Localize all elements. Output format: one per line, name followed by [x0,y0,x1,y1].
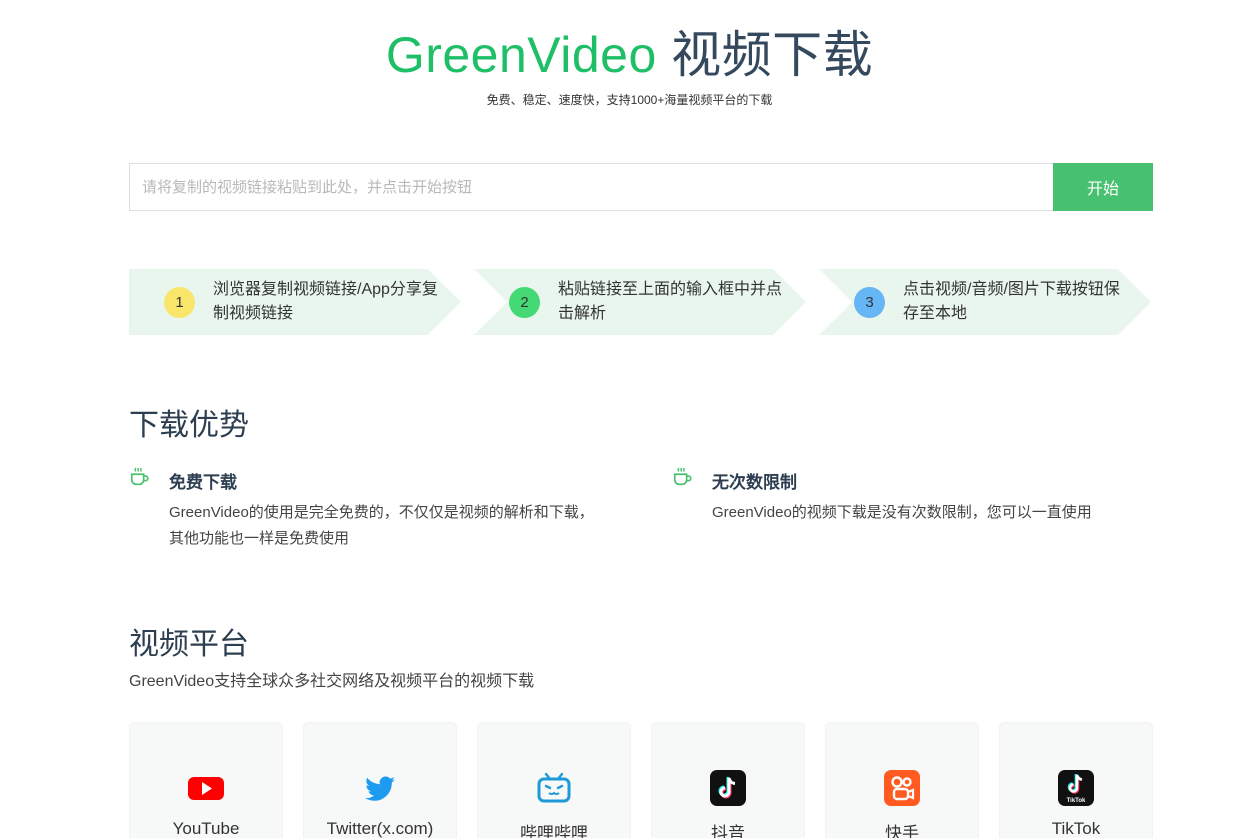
search-bar: 开始 [129,163,1153,211]
subtitle: 免费、稳定、速度快，支持1000+海量视频平台的下载 [486,93,773,107]
video-url-input[interactable] [129,163,1053,211]
tiktok-icon: TikTok [1058,770,1094,806]
start-button[interactable]: 开始 [1053,163,1153,211]
hero: GreenVideo 视频下载 免费、稳定、速度快，支持1000+海量视频平台的… [0,22,1259,108]
platform-label: Twitter(x.com) [326,819,434,838]
brand-name: GreenVideo [385,27,657,83]
douyin-icon [710,770,746,806]
svg-text:TikTok: TikTok [1067,798,1086,804]
platform-list: YouTube Twitter(x.com) 哔哩哔哩 抖音 快手 TikTok… [129,722,1153,838]
platform-card-kuaishou[interactable]: 快手 [825,722,979,838]
platform-label: 哔哩哔哩 [520,824,588,838]
step-number: 2 [509,287,540,318]
platform-card-youtube[interactable]: YouTube [129,722,283,838]
platform-card-tiktok[interactable]: TikTok TikTok [999,722,1153,838]
platform-label: TikTok [1051,819,1101,838]
platform-card-twitter[interactable]: Twitter(x.com) [303,722,457,838]
step-1: 1 浏览器复制视频链接/App分享复制视频链接 [129,269,461,335]
platform-card-douyin[interactable]: 抖音 [651,722,805,838]
bilibili-icon [537,772,571,803]
step-text: 粘贴链接至上面的输入框中并点击解析 [558,281,783,322]
advantage-desc: GreenVideo的使用是完全免费的，不仅仅是视频的解析和下载，其他功能也一样… [169,504,594,547]
kuaishou-icon [884,770,920,806]
advantage-title: 免费下载 [169,473,237,492]
page: GreenVideo 视频下载 免费、稳定、速度快，支持1000+海量视频平台的… [0,0,1259,838]
step-number: 1 [164,287,195,318]
platform-label: YouTube [172,819,240,838]
platforms-title: 视频平台 [129,628,249,661]
platform-label: 抖音 [711,824,745,838]
step-text: 点击视频/音频/图片下载按钮保存至本地 [903,281,1120,322]
cup-icon [673,467,692,486]
platform-label: 快手 [885,824,919,838]
platforms-desc: GreenVideo支持全球众多社交网络及视频平台的视频下载 [129,673,535,690]
title-rest: 视频下载 [671,27,874,83]
advantage-title: 无次数限制 [712,473,797,492]
youtube-icon [188,777,224,800]
step-3: 3 点击视频/音频/图片下载按钮保存至本地 [819,269,1151,335]
twitter-icon [365,776,395,801]
advantage-desc: GreenVideo的视频下载是没有次数限制，您可以一直使用 [712,504,1092,521]
step-number: 3 [854,287,885,318]
advantages-title: 下载优势 [129,409,249,442]
cup-icon [130,467,149,486]
page-title: GreenVideo 视频下载 [0,22,1259,88]
steps: 1 浏览器复制视频链接/App分享复制视频链接 2 粘贴链接至上面的输入框中并点… [129,269,1153,335]
platform-card-bilibili[interactable]: 哔哩哔哩 [477,722,631,838]
step-text: 浏览器复制视频链接/App分享复制视频链接 [213,281,438,322]
step-2: 2 粘贴链接至上面的输入框中并点击解析 [474,269,806,335]
